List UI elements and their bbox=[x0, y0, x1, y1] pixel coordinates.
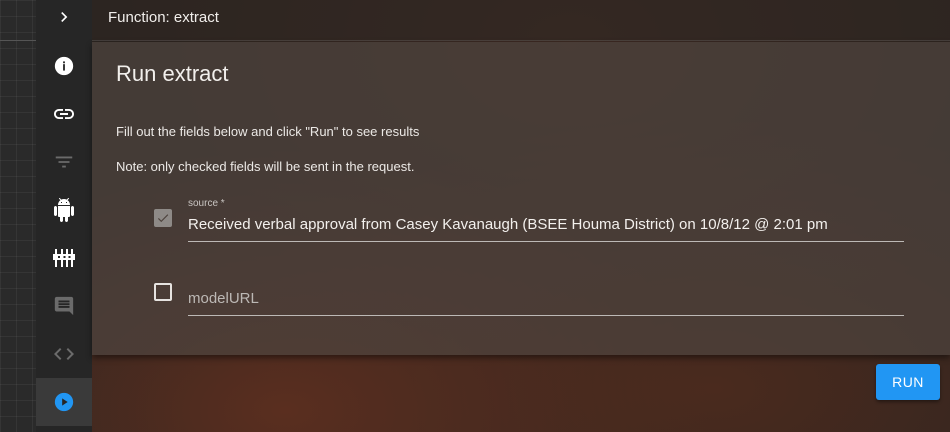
source-field: source * bbox=[188, 198, 904, 243]
sidebar-item-filter[interactable] bbox=[36, 138, 92, 186]
source-label: source * bbox=[188, 198, 225, 209]
run-button[interactable]: RUN bbox=[876, 364, 940, 400]
sliders-icon bbox=[53, 249, 75, 267]
modelurl-field bbox=[188, 280, 904, 316]
source-field-row: source * bbox=[154, 198, 904, 243]
sidebar-item-comments[interactable] bbox=[36, 282, 92, 330]
filter-icon bbox=[55, 156, 73, 168]
function-header: Function: extract bbox=[92, 0, 950, 41]
source-checkbox[interactable] bbox=[154, 209, 172, 227]
sidebar-item-code[interactable] bbox=[36, 330, 92, 378]
sidebar-item-parameters[interactable] bbox=[36, 234, 92, 282]
android-icon bbox=[54, 198, 74, 222]
function-title: Function: extract bbox=[108, 9, 219, 26]
play-circle-icon bbox=[54, 392, 74, 412]
sidebar-item-android[interactable] bbox=[36, 186, 92, 234]
chevron-right-icon bbox=[61, 12, 68, 22]
sidebar-item-links[interactable] bbox=[36, 90, 92, 138]
link-icon bbox=[54, 109, 74, 119]
code-icon bbox=[54, 348, 74, 360]
sidebar-item-info[interactable] bbox=[36, 42, 92, 90]
sidebar-item-collapse[interactable] bbox=[36, 0, 92, 41]
run-card: Run extract Fill out the fields below an… bbox=[92, 42, 950, 355]
note-text: Note: only checked fields will be sent i… bbox=[116, 159, 415, 174]
modelurl-input[interactable] bbox=[188, 290, 904, 316]
modelurl-field-row bbox=[154, 280, 904, 316]
checkmark-icon bbox=[157, 214, 169, 223]
sidebar bbox=[36, 0, 92, 432]
card-title: Run extract bbox=[116, 61, 229, 86]
modelurl-checkbox[interactable] bbox=[154, 283, 172, 301]
grid-divider bbox=[0, 40, 36, 41]
instructions-text: Fill out the fields below and click "Run… bbox=[116, 124, 420, 139]
canvas-grid-strip bbox=[0, 0, 36, 432]
source-input[interactable] bbox=[188, 216, 904, 242]
comment-icon bbox=[54, 296, 74, 316]
sidebar-item-run[interactable] bbox=[36, 378, 92, 426]
info-icon bbox=[54, 56, 74, 76]
